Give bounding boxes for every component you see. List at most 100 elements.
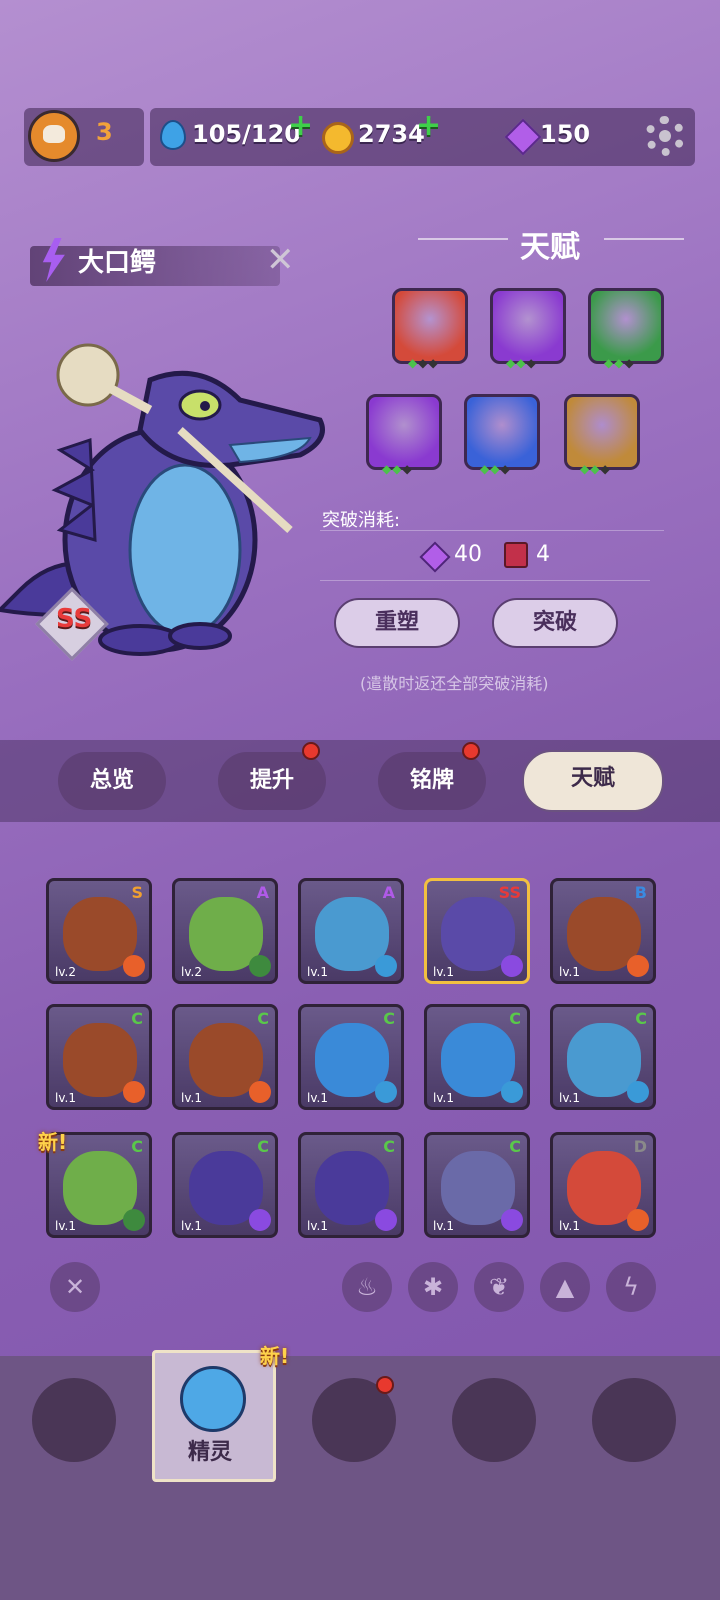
water-drop-icon bbox=[160, 120, 186, 150]
pip-empty: ◆ bbox=[526, 356, 537, 370]
skill-level-pips: ◆◆◆ bbox=[480, 462, 511, 476]
element-icon bbox=[627, 1209, 649, 1231]
tv-icon[interactable] bbox=[32, 1378, 116, 1462]
card-level: lv.1 bbox=[55, 1219, 76, 1233]
card-rank: S bbox=[131, 883, 143, 902]
pip-filled: ◆ bbox=[604, 356, 615, 370]
card-level: lv.2 bbox=[55, 965, 76, 979]
gear-icon[interactable] bbox=[645, 116, 685, 156]
pip-filled: ◆ bbox=[392, 462, 403, 476]
monster-card[interactable]: Clv.1 bbox=[298, 1004, 404, 1110]
tab-talent[interactable]: 天赋 bbox=[522, 750, 664, 812]
refund-note: (遣散时返还全部突破消耗) bbox=[360, 674, 549, 693]
talent-skill-6[interactable] bbox=[564, 394, 640, 470]
element-icon bbox=[375, 1081, 397, 1103]
avatar[interactable] bbox=[28, 110, 80, 162]
monster-card[interactable]: Clv.1 bbox=[424, 1132, 530, 1238]
coin-icon bbox=[322, 122, 354, 154]
monster-card[interactable]: Clv.1 bbox=[172, 1132, 278, 1238]
talent-skill-5[interactable] bbox=[464, 394, 540, 470]
pip-filled: ◆ bbox=[516, 356, 527, 370]
monster-card[interactable]: Clv.1 bbox=[172, 1004, 278, 1110]
monster-name: 大口鳄 bbox=[78, 248, 157, 278]
card-rank: SS bbox=[498, 883, 521, 902]
card-level: lv.1 bbox=[307, 965, 328, 979]
clear-filter-button[interactable]: ✕ bbox=[50, 1262, 100, 1312]
pip-filled: ◆ bbox=[382, 462, 393, 476]
card-rank: C bbox=[509, 1009, 521, 1028]
monster-card[interactable]: Clv.1 bbox=[298, 1132, 404, 1238]
fire-icon[interactable]: ♨ bbox=[342, 1262, 392, 1312]
card-level: lv.1 bbox=[433, 1091, 454, 1105]
monster-card[interactable]: Clv.1 bbox=[424, 1004, 530, 1110]
cost-books: 4 bbox=[536, 542, 550, 567]
card-rank: C bbox=[131, 1137, 143, 1156]
skill-level-pips: ◆◆◆ bbox=[382, 462, 413, 476]
monster-card[interactable]: Slv.2 bbox=[46, 878, 152, 984]
skill-level-pips: ◆◆◆ bbox=[580, 462, 611, 476]
talent-skill-3[interactable] bbox=[588, 288, 664, 364]
card-rank: C bbox=[257, 1137, 269, 1156]
player-level: 3 bbox=[96, 118, 113, 146]
pip-filled: ◆ bbox=[490, 462, 501, 476]
element-icon bbox=[123, 955, 145, 977]
monster-card[interactable]: SS lv.1 bbox=[424, 878, 530, 984]
monster-card[interactable]: Alv.1 bbox=[298, 878, 404, 984]
monster-card[interactable]: Clv.1 bbox=[46, 1004, 152, 1110]
pip-empty: ◆ bbox=[418, 356, 429, 370]
talent-skill-1[interactable] bbox=[392, 288, 468, 364]
card-rank: C bbox=[635, 1009, 647, 1028]
notification-dot bbox=[376, 1376, 394, 1394]
chest-icon[interactable] bbox=[452, 1378, 536, 1462]
new-tag: 新! bbox=[38, 1130, 68, 1154]
rank-label: SS bbox=[56, 604, 93, 634]
tab-upgrade[interactable]: 提升 bbox=[218, 752, 326, 810]
add-water-button[interactable]: + bbox=[288, 108, 313, 143]
tab-nameplate[interactable]: 铭牌 bbox=[378, 752, 486, 810]
card-level: lv.1 bbox=[55, 1091, 76, 1105]
card-level: lv.1 bbox=[559, 1219, 580, 1233]
card-level: lv.1 bbox=[307, 1091, 328, 1105]
element-icon bbox=[501, 1209, 523, 1231]
monster-card[interactable]: Blv.1 bbox=[550, 878, 656, 984]
card-level: lv.1 bbox=[433, 965, 454, 979]
snowflake-icon[interactable]: ✱ bbox=[408, 1262, 458, 1312]
card-level: lv.1 bbox=[559, 1091, 580, 1105]
tab-overview[interactable]: 总览 bbox=[58, 752, 166, 810]
pip-empty: ◆ bbox=[402, 462, 413, 476]
close-icon[interactable]: ✕ bbox=[266, 240, 295, 280]
monster-card[interactable]: Alv.2 bbox=[172, 878, 278, 984]
skill-level-pips: ◆◆◆ bbox=[408, 356, 439, 370]
pip-filled: ◆ bbox=[580, 462, 591, 476]
map-pin-icon[interactable] bbox=[592, 1378, 676, 1462]
book-icon bbox=[504, 542, 528, 568]
talent-skill-2[interactable] bbox=[490, 288, 566, 364]
card-level: lv.1 bbox=[181, 1219, 202, 1233]
element-icon bbox=[375, 1209, 397, 1231]
card-rank: D bbox=[633, 1137, 647, 1156]
coin-value: 2734 bbox=[358, 120, 425, 148]
title-ornament-left bbox=[418, 238, 508, 240]
monster-card[interactable]: Dlv.1 bbox=[550, 1132, 656, 1238]
leaf-icon[interactable]: ❦ bbox=[474, 1262, 524, 1312]
reshape-button[interactable]: 重塑 bbox=[334, 598, 460, 648]
notification-dot bbox=[302, 742, 320, 760]
card-level: lv.1 bbox=[433, 1219, 454, 1233]
card-level: lv.2 bbox=[181, 965, 202, 979]
card-rank: B bbox=[634, 883, 647, 902]
talent-title: 天赋 bbox=[520, 230, 580, 265]
monster-card[interactable]: Clv.1 bbox=[550, 1004, 656, 1110]
rock-icon[interactable]: ▲ bbox=[540, 1262, 590, 1312]
skill-level-pips: ◆◆◆ bbox=[506, 356, 537, 370]
spirit-icon bbox=[180, 1366, 246, 1432]
lightning-icon[interactable]: ϟ bbox=[606, 1262, 656, 1312]
card-rank: A bbox=[256, 883, 269, 902]
pip-filled: ◆ bbox=[480, 462, 491, 476]
add-coin-button[interactable]: + bbox=[416, 108, 441, 143]
gem-icon bbox=[419, 541, 451, 573]
talent-skill-4[interactable] bbox=[366, 394, 442, 470]
element-icon bbox=[375, 955, 397, 977]
breakthrough-button[interactable]: 突破 bbox=[492, 598, 618, 648]
new-tag: 新! bbox=[260, 1344, 290, 1368]
title-ornament-right bbox=[604, 238, 684, 240]
